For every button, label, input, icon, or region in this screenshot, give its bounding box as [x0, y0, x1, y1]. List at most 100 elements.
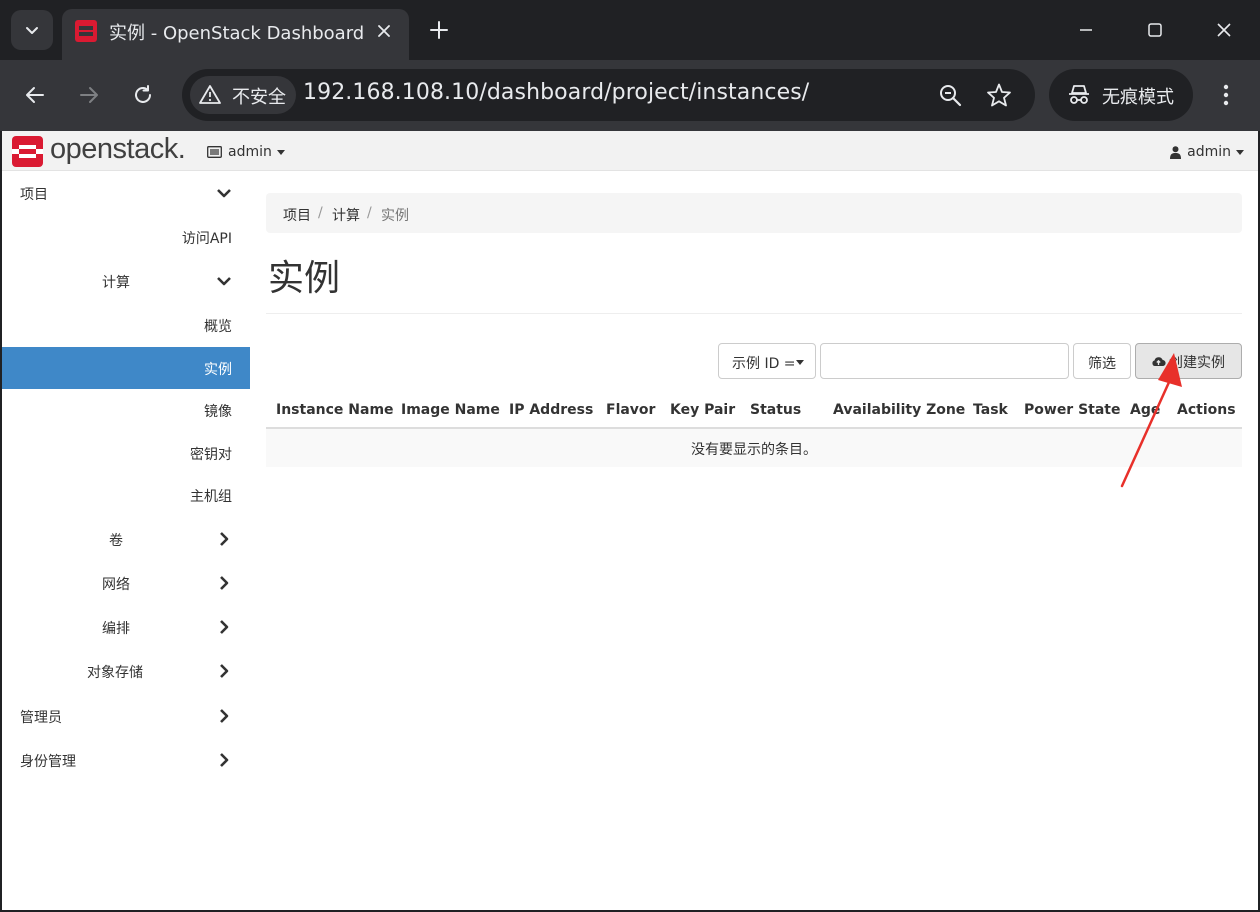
sidebar-item-network[interactable]: 网络 — [2, 562, 250, 604]
breadcrumb-compute[interactable]: 计算 — [332, 205, 360, 225]
empty-message: 没有要显示的条目。 — [691, 442, 817, 458]
sidebar-item-object-store[interactable]: 对象存储 — [2, 650, 250, 692]
column-header[interactable]: Task — [973, 402, 1008, 418]
column-header[interactable]: Availability Zone — [833, 402, 965, 418]
sidebar-item-label: 镜像 — [204, 404, 232, 420]
tab-search-button[interactable] — [11, 10, 53, 50]
breadcrumb-separator: / — [367, 205, 372, 221]
chevron-right-icon — [220, 709, 229, 723]
sidebar-item-images[interactable]: 镜像 — [2, 389, 250, 431]
openstack-logo-icon — [12, 136, 43, 167]
minimize-button[interactable] — [1068, 14, 1104, 46]
table-header: Instance Name Image Name IP Address Flav… — [266, 393, 1242, 429]
sidebar-item-label: 身份管理 — [20, 754, 76, 770]
sidebar-item-label: 卷 — [109, 533, 123, 549]
warning-icon — [199, 85, 221, 104]
column-header[interactable]: Status — [750, 402, 801, 418]
sidebar-item-project[interactable]: 项目 — [2, 172, 250, 214]
project-name: admin — [228, 144, 272, 160]
new-tab-button[interactable] — [425, 16, 453, 44]
forward-button[interactable] — [71, 77, 107, 113]
project-list-icon — [207, 146, 222, 158]
sidebar-item-admin[interactable]: 管理员 — [2, 695, 250, 737]
sidebar-item-label: 访问API — [181, 231, 232, 247]
security-label: 不安全 — [232, 87, 286, 108]
project-dropdown[interactable]: admin — [207, 142, 285, 162]
sidebar-item-api-access[interactable]: 访问API — [2, 216, 250, 258]
filter-field-label: 示例 ID = — [732, 356, 796, 372]
sidebar-item-server-groups[interactable]: 主机组 — [2, 474, 250, 516]
browser-tab[interactable]: 实例 - OpenStack Dashboard — [62, 9, 409, 60]
sidebar-item-identity[interactable]: 身份管理 — [2, 739, 250, 781]
chevron-right-icon — [220, 576, 229, 590]
sidebar-item-label: 密钥对 — [190, 447, 232, 463]
column-header[interactable]: Image Name — [401, 402, 500, 418]
bookmark-star-icon[interactable] — [986, 82, 1012, 108]
sidebar-item-label: 对象存储 — [87, 665, 143, 681]
plus-icon — [430, 21, 448, 39]
column-header[interactable]: Key Pair — [670, 402, 735, 418]
sidebar-item-label: 项目 — [20, 187, 48, 203]
sidebar-item-label: 主机组 — [190, 489, 232, 505]
filter-input[interactable] — [820, 343, 1069, 379]
maximize-button[interactable] — [1137, 14, 1173, 46]
window-close-button[interactable] — [1206, 14, 1242, 46]
reload-icon — [135, 85, 151, 103]
annotation-arrow-icon — [1120, 353, 1182, 488]
sidebar-item-key-pairs[interactable]: 密钥对 — [2, 432, 250, 474]
zoom-icon[interactable] — [937, 82, 963, 108]
sidebar-item-compute[interactable]: 计算 — [2, 260, 250, 302]
browser-menu-button[interactable] — [1210, 77, 1242, 113]
column-header[interactable]: Flavor — [606, 402, 655, 418]
sidebar-item-overview[interactable]: 概览 — [2, 304, 250, 346]
arrow-right-icon — [80, 87, 98, 103]
chevron-down-icon — [217, 277, 231, 286]
sidebar-item-label: 网络 — [102, 577, 130, 593]
minimize-icon — [1080, 29, 1092, 31]
caret-down-icon — [1236, 149, 1244, 155]
tab-title: 实例 - OpenStack Dashboard — [109, 23, 365, 44]
sidebar-item-instances[interactable]: 实例 — [2, 347, 250, 389]
sidebar-item-label: 实例 — [204, 362, 232, 378]
column-header[interactable]: Instance Name — [276, 402, 394, 418]
close-icon — [1217, 23, 1231, 37]
sidebar-item-label: 计算 — [102, 275, 130, 291]
sidebar-item-label: 编排 — [102, 621, 130, 637]
reload-button[interactable] — [125, 77, 161, 113]
openstack-logo-text: openstack. — [50, 133, 186, 165]
breadcrumb-instances: 实例 — [381, 208, 409, 224]
filter-field-select[interactable]: 示例 ID = — [718, 343, 816, 379]
page-title: 实例 — [268, 258, 341, 299]
title-divider — [266, 313, 1242, 314]
incognito-label: 无痕模式 — [1102, 87, 1174, 108]
chevron-down-icon — [217, 189, 231, 198]
user-icon — [1170, 145, 1182, 159]
breadcrumb-separator: / — [318, 205, 323, 221]
caret-down-icon — [796, 360, 804, 365]
sidebar-item-volumes[interactable]: 卷 — [2, 518, 250, 560]
sidebar: 项目 访问API 计算 概览 实例 镜像 密钥对 主机组 卷 网络 编排 对象存… — [2, 171, 250, 910]
incognito-chip[interactable]: 无痕模式 — [1049, 69, 1193, 121]
openstack-navbar: openstack. admin admin — [2, 131, 1258, 171]
column-header[interactable]: IP Address — [509, 402, 593, 418]
user-name: admin — [1187, 144, 1231, 160]
incognito-icon — [1069, 85, 1089, 104]
browser-tab-strip: 实例 - OpenStack Dashboard — [0, 0, 1260, 60]
user-dropdown[interactable]: admin — [1170, 142, 1244, 162]
back-button[interactable] — [17, 77, 53, 113]
breadcrumb-project[interactable]: 项目 — [283, 205, 311, 225]
browser-toolbar: 不安全 192.168.108.10/dashboard/project/ins… — [0, 60, 1260, 131]
tab-close-button[interactable] — [372, 19, 396, 43]
sidebar-item-label: 概览 — [204, 319, 232, 335]
page-viewport: openstack. admin admin 项目 访问API 计算 概览 实例… — [2, 131, 1258, 910]
address-bar[interactable]: 不安全 192.168.108.10/dashboard/project/ins… — [182, 69, 1035, 121]
table-empty-row: 没有要显示的条目。 — [266, 429, 1242, 467]
breadcrumb: 项目 / 计算 / 实例 — [266, 193, 1242, 233]
sidebar-item-label: 管理员 — [20, 710, 62, 726]
sidebar-item-orchestration[interactable]: 编排 — [2, 606, 250, 648]
chevron-right-icon — [220, 753, 229, 767]
openstack-logo[interactable]: openstack. — [12, 133, 186, 167]
main-content: 项目 / 计算 / 实例 实例 示例 ID = 筛选 创建实例 Instance… — [266, 171, 1242, 910]
url-text[interactable]: 192.168.108.10/dashboard/project/instanc… — [303, 80, 809, 105]
caret-down-icon — [276, 149, 285, 155]
